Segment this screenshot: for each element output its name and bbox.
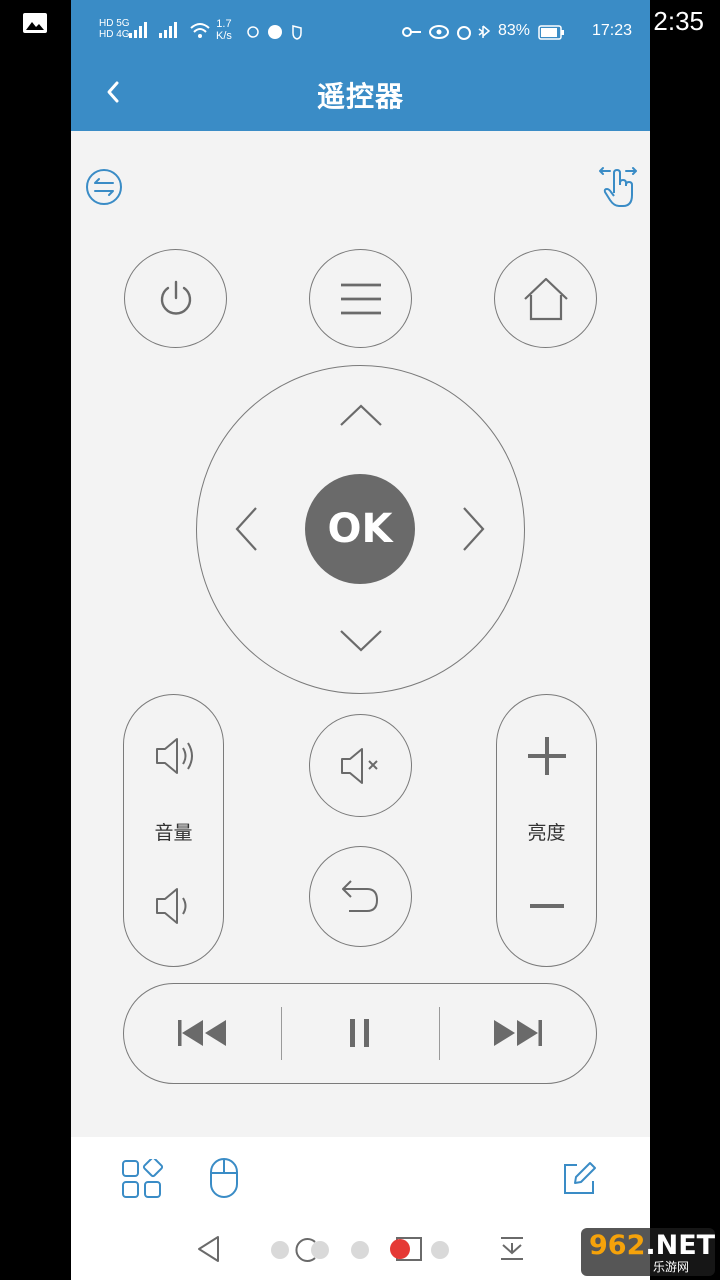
right-arrow-button[interactable] <box>460 506 486 552</box>
media-divider <box>439 1007 440 1060</box>
gallery-icon <box>23 13 47 33</box>
home-button[interactable] <box>494 249 597 348</box>
page-dot <box>311 1241 329 1259</box>
previous-button[interactable] <box>176 1018 228 1048</box>
power-button[interactable] <box>124 249 227 348</box>
title-bar: 遥控器 <box>71 55 650 131</box>
menu-button[interactable] <box>309 249 412 348</box>
nav-dropdown-icon[interactable] <box>499 1235 525 1263</box>
return-button[interactable] <box>309 846 412 947</box>
mouse-icon[interactable] <box>209 1157 239 1199</box>
mute-button[interactable] <box>309 714 412 817</box>
menu-icon <box>340 283 381 314</box>
page-title: 遥控器 <box>316 80 404 113</box>
network-speed: 1.7 K/s <box>216 18 232 42</box>
nav-back-icon[interactable] <box>196 1235 222 1263</box>
screen: 2:35 HD 5G HD 4G 1.7 K/s 83% 17:23 遥控器 O… <box>0 0 720 1280</box>
watermark-suffix: .NET <box>645 1230 716 1261</box>
home-icon <box>523 277 568 320</box>
volume-down-button[interactable] <box>153 884 193 928</box>
brightness-down-button[interactable] <box>527 896 567 916</box>
touch-mode-icon[interactable] <box>597 163 639 209</box>
status-bar: HD 5G HD 4G 1.7 K/s 83% 17:23 <box>71 0 650 55</box>
outer-clock: 2:35 <box>653 6 704 36</box>
apps-grid-icon[interactable] <box>121 1159 163 1199</box>
volume-up-button[interactable] <box>153 734 199 778</box>
power-icon <box>160 280 191 315</box>
battery-icon <box>538 25 564 40</box>
mute-icon <box>340 747 378 784</box>
brightness-up-button[interactable] <box>525 734 569 778</box>
down-arrow-button[interactable] <box>339 627 383 653</box>
battery-percent: 83% <box>498 22 531 39</box>
status-clock: 17:23 <box>591 22 632 39</box>
site-watermark: 962.NET 乐游网 <box>581 1228 715 1276</box>
network-indicator: HD 5G HD 4G <box>99 18 130 40</box>
app-notification-icons <box>247 25 302 40</box>
switch-device-icon[interactable] <box>85 168 123 206</box>
bottom-toolbar <box>71 1137 650 1280</box>
pause-button[interactable] <box>347 1017 373 1049</box>
phone-screen: HD 5G HD 4G 1.7 K/s 83% 17:23 遥控器 OK 音量 … <box>71 0 650 1280</box>
brightness-label: 亮度 <box>527 822 566 844</box>
left-arrow-button[interactable] <box>234 506 260 552</box>
next-button[interactable] <box>492 1018 544 1048</box>
nav-recents-icon[interactable] <box>389 1235 423 1263</box>
volume-label: 音量 <box>154 822 193 844</box>
page-dot <box>271 1241 289 1259</box>
return-icon <box>341 879 378 912</box>
page-dot <box>431 1241 449 1259</box>
edit-icon[interactable] <box>561 1161 597 1197</box>
page-dot <box>351 1241 369 1259</box>
watermark-number: 962 <box>589 1230 646 1261</box>
watermark-site-name: 乐游网 <box>653 1260 690 1274</box>
status-icons <box>402 25 491 40</box>
up-arrow-button[interactable] <box>339 403 383 429</box>
ok-button[interactable]: OK <box>305 474 415 584</box>
media-divider <box>281 1007 282 1060</box>
wifi-icon <box>190 23 210 38</box>
